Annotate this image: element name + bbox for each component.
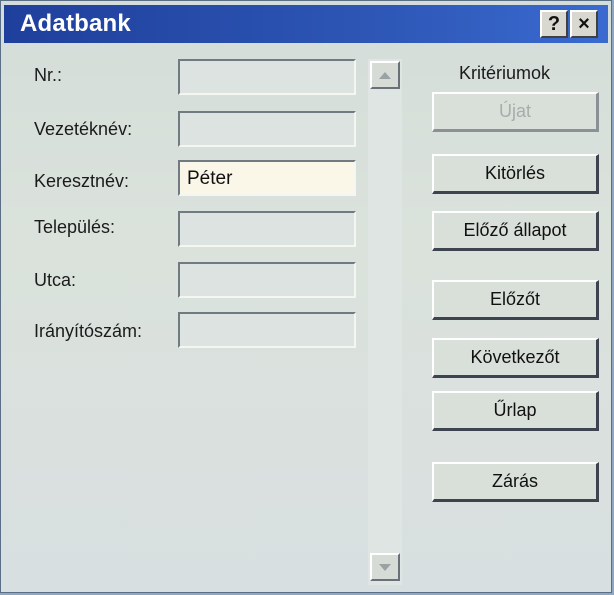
label-iranyitoszam: Irányítószám:	[34, 321, 143, 341]
restore-button[interactable]: Előző állapot	[432, 211, 599, 251]
title-bar[interactable]: Adatbank ? ×	[4, 5, 608, 43]
record-scrollbar[interactable]	[368, 59, 402, 585]
scroll-up-button[interactable]	[370, 61, 400, 89]
scroll-down-arrow-icon	[379, 563, 391, 571]
label-vezeteknev: Vezetéknév:	[34, 119, 133, 139]
form-button[interactable]: Űrlap	[432, 391, 599, 431]
delete-button[interactable]: Kitörlés	[432, 154, 599, 194]
scroll-down-button[interactable]	[370, 553, 400, 581]
next-button[interactable]: Következőt	[432, 338, 599, 378]
help-button[interactable]: ?	[540, 10, 568, 38]
telepules-field[interactable]	[178, 211, 356, 247]
window-title: Adatbank	[20, 10, 131, 37]
nr-field[interactable]	[178, 59, 356, 95]
close-window-button[interactable]: ×	[570, 10, 598, 38]
scroll-up-arrow-icon	[379, 71, 391, 79]
keresztnev-field[interactable]: Péter	[178, 160, 356, 196]
previous-button[interactable]: Előzőt	[432, 280, 599, 320]
vezeteknev-field[interactable]	[178, 111, 356, 147]
label-nr: Nr.:	[34, 65, 63, 85]
new-button[interactable]: Újat	[432, 92, 599, 132]
utca-field[interactable]	[178, 262, 356, 298]
label-keresztnev: Keresztnév:	[34, 171, 130, 191]
label-telepules: Település:	[34, 217, 116, 237]
close-button[interactable]: Zárás	[432, 462, 599, 502]
iranyitoszam-field[interactable]	[178, 312, 356, 348]
dialog-window: Adatbank ? × Nr.: Vezetéknév: Keresztnév…	[0, 0, 612, 593]
label-utca: Utca:	[34, 270, 77, 290]
criteria-label: Kritériumok	[459, 63, 551, 83]
